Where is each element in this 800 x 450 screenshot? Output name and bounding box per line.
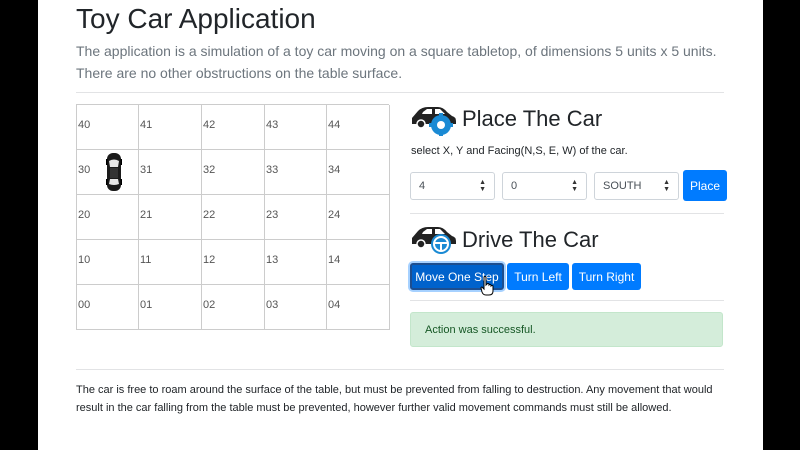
grid-cell-label: 12 [203,254,216,266]
grid-cell-label: 20 [78,209,91,221]
grid-cell: 20 [77,195,139,240]
select-arrows-icon: ▲ ▼ [571,179,578,193]
car-gear-icon [412,107,456,136]
tabletop-grid: 40 41 42 43 44 30 31 32 33 34 20 21 22 23 24 10 11 12 13 14… [76,104,390,330]
drive-car-header: Drive The Car [410,224,599,256]
grid-cell: 40 [77,105,139,150]
grid-cell-label: 02 [203,299,216,311]
select-arrows-icon: ▲ ▼ [479,179,486,193]
page-title: Toy Car Application [76,3,316,34]
grid-cell-label: 40 [78,119,91,131]
car-top-view-icon [106,153,122,191]
grid-cell-label: 31 [140,164,153,176]
grid-cell-label: 34 [328,164,341,176]
x-select[interactable]: 4 ▲ ▼ [410,172,495,200]
grid-cell-label: 11 [140,254,152,266]
turn-right-button[interactable]: Turn Right [572,263,641,290]
y-select-value: 0 [511,180,518,192]
grid-cell-label: 13 [266,254,279,266]
grid-cell-label: 43 [266,119,279,131]
divider [76,369,724,370]
alert-message: Action was successful. [425,323,536,336]
place-car-header: Place The Car [410,102,602,136]
grid-cell-label: 21 [140,209,153,221]
grid-cell: 42 [202,105,265,150]
grid-cell: 34 [327,150,390,195]
grid-cell: 44 [327,105,390,150]
x-select-value: 4 [419,180,426,192]
grid-cell: 24 [327,195,390,240]
grid-cell: 41 [139,105,202,150]
grid-cell-label: 00 [78,299,91,311]
grid-cell-label: 30 [78,164,91,176]
y-select[interactable]: 0 ▲ ▼ [502,172,587,200]
grid-cell: 21 [139,195,202,240]
divider [410,213,724,214]
divider [410,300,724,301]
grid-cell-label: 32 [203,164,216,176]
grid-cell: 04 [327,285,390,330]
grid-cell: 01 [139,285,202,330]
right-frame-bar [763,0,800,450]
grid-cell: 33 [265,150,327,195]
grid-cell: 02 [202,285,265,330]
grid-cell: 10 [77,240,139,285]
grid-cell: 14 [327,240,390,285]
select-arrows-icon: ▲ ▼ [663,179,670,193]
hand-cursor-icon [480,276,494,296]
grid-cell-label: 23 [266,209,279,221]
grid-cell-label: 10 [78,254,91,266]
grid-cell: 22 [202,195,265,240]
place-helper-text: select X, Y and Facing(N,S, E, W) of the… [411,145,628,157]
grid-cell: 11 [139,240,202,285]
grid-cell-label: 41 [140,119,153,131]
turn-left-button[interactable]: Turn Left [507,263,569,290]
grid-cell: 12 [202,240,265,285]
rules-text: The car is free to roam around the surfa… [76,384,713,414]
grid-cell-label: 01 [140,299,153,311]
grid-cell: 23 [265,195,327,240]
success-alert: Action was successful. [410,312,723,347]
facing-select[interactable]: SOUTH ▲ ▼ [594,172,679,200]
grid-cell: 00 [77,285,139,330]
place-car-title: Place The Car [462,106,603,131]
left-frame-bar [0,0,38,450]
grid-cell-label: 44 [328,119,341,131]
grid-cell-label: 03 [266,299,279,311]
grid-cell: 03 [265,285,327,330]
grid-cell-label: 33 [266,164,279,176]
grid-cell: 31 [139,150,202,195]
grid-cell: 43 [265,105,327,150]
grid-cell: 32 [202,150,265,195]
car-steering-wheel-icon [412,227,456,254]
grid-cell-label: 14 [328,254,341,266]
grid-cell-label: 22 [203,209,216,221]
grid-cell: 13 [265,240,327,285]
grid-cell-label: 24 [328,209,341,221]
divider [76,92,724,93]
place-button[interactable]: Place [683,170,727,201]
intro-text: The application is a simulation of a toy… [76,43,717,81]
drive-car-title: Drive The Car [462,227,599,252]
grid-cell-label: 04 [328,299,341,311]
grid-cell-label: 42 [203,119,216,131]
facing-select-value: SOUTH [603,180,642,192]
